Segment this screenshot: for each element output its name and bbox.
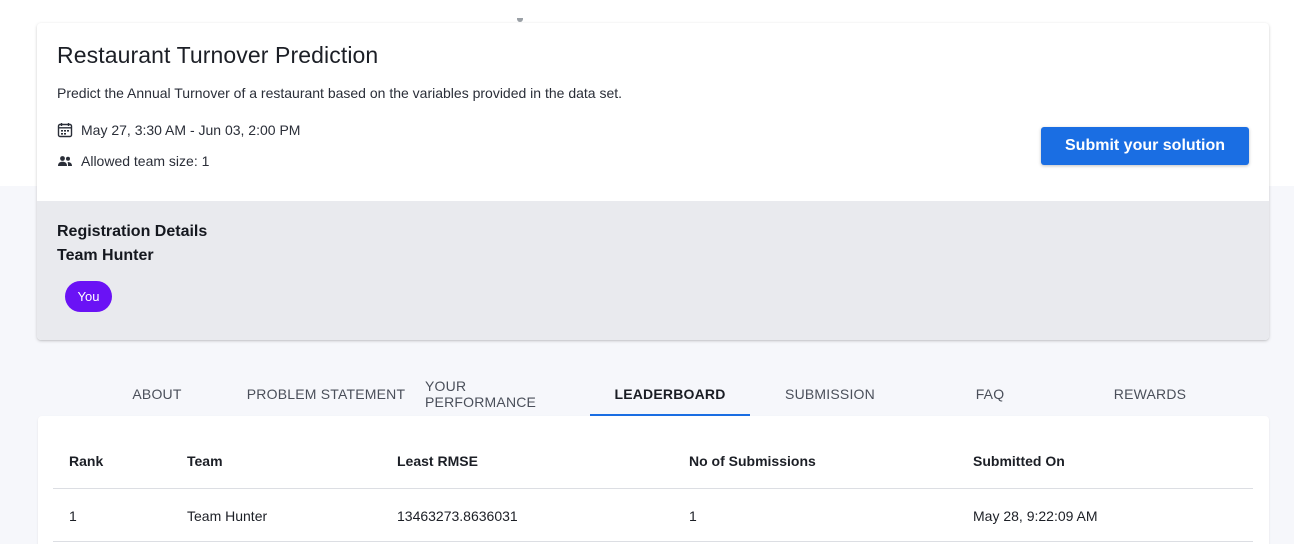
challenge-date-row: May 27, 3:30 AM - Jun 03, 2:00 PM — [57, 122, 300, 138]
column-header-submissions: No of Submissions — [689, 453, 816, 469]
tab-faq[interactable]: FAQ — [910, 372, 1070, 416]
cell-rank: 1 — [69, 508, 77, 524]
challenge-header: Restaurant Turnover Prediction Predict t… — [37, 23, 1269, 201]
challenge-title: Restaurant Turnover Prediction — [57, 42, 379, 68]
challenge-team-size: Allowed team size: 1 — [81, 153, 210, 169]
registration-team-name: Team Hunter — [57, 247, 154, 264]
column-header-team: Team — [187, 453, 223, 469]
column-header-submitted-on: Submitted On — [973, 453, 1065, 469]
registration-title: Registration Details — [57, 223, 208, 240]
column-header-least-rmse: Least RMSE — [397, 453, 478, 469]
tab-about[interactable]: ABOUT — [76, 372, 238, 416]
challenge-description: Predict the Annual Turnover of a restaur… — [57, 85, 623, 101]
tab-your-performance[interactable]: YOUR PERFORMANCE — [425, 372, 581, 416]
registration-details: Registration Details Team Hunter You — [37, 201, 1269, 340]
tab-problem-statement[interactable]: PROBLEM STATEMENT — [244, 372, 408, 416]
tab-rewards[interactable]: REWARDS — [1070, 372, 1230, 416]
leaderboard-table: Rank Team Least RMSE No of Submissions S… — [38, 416, 1269, 544]
cell-submissions: 1 — [689, 508, 697, 524]
cell-submitted-on: May 28, 9:22:09 AM — [973, 508, 1098, 524]
challenge-date-range: May 27, 3:30 AM - Jun 03, 2:00 PM — [81, 122, 301, 138]
submit-solution-button[interactable]: Submit your solution — [1041, 127, 1249, 165]
cell-team: Team Hunter — [187, 508, 268, 524]
tab-leaderboard[interactable]: LEADERBOARD — [590, 372, 750, 416]
challenge-tabs: ABOUT PROBLEM STATEMENT YOUR PERFORMANCE… — [76, 372, 1230, 416]
people-icon — [58, 156, 72, 166]
row-divider — [53, 541, 1253, 542]
challenge-card: Restaurant Turnover Prediction Predict t… — [37, 23, 1269, 340]
tab-submission[interactable]: SUBMISSION — [750, 372, 910, 416]
challenge-team-row: Allowed team size: 1 — [57, 153, 209, 169]
member-badge: You — [65, 281, 112, 312]
column-header-rank: Rank — [69, 453, 104, 469]
cell-least-rmse: 13463273.8636031 — [397, 508, 518, 524]
calendar-icon — [57, 123, 73, 138]
header-divider — [53, 488, 1253, 489]
